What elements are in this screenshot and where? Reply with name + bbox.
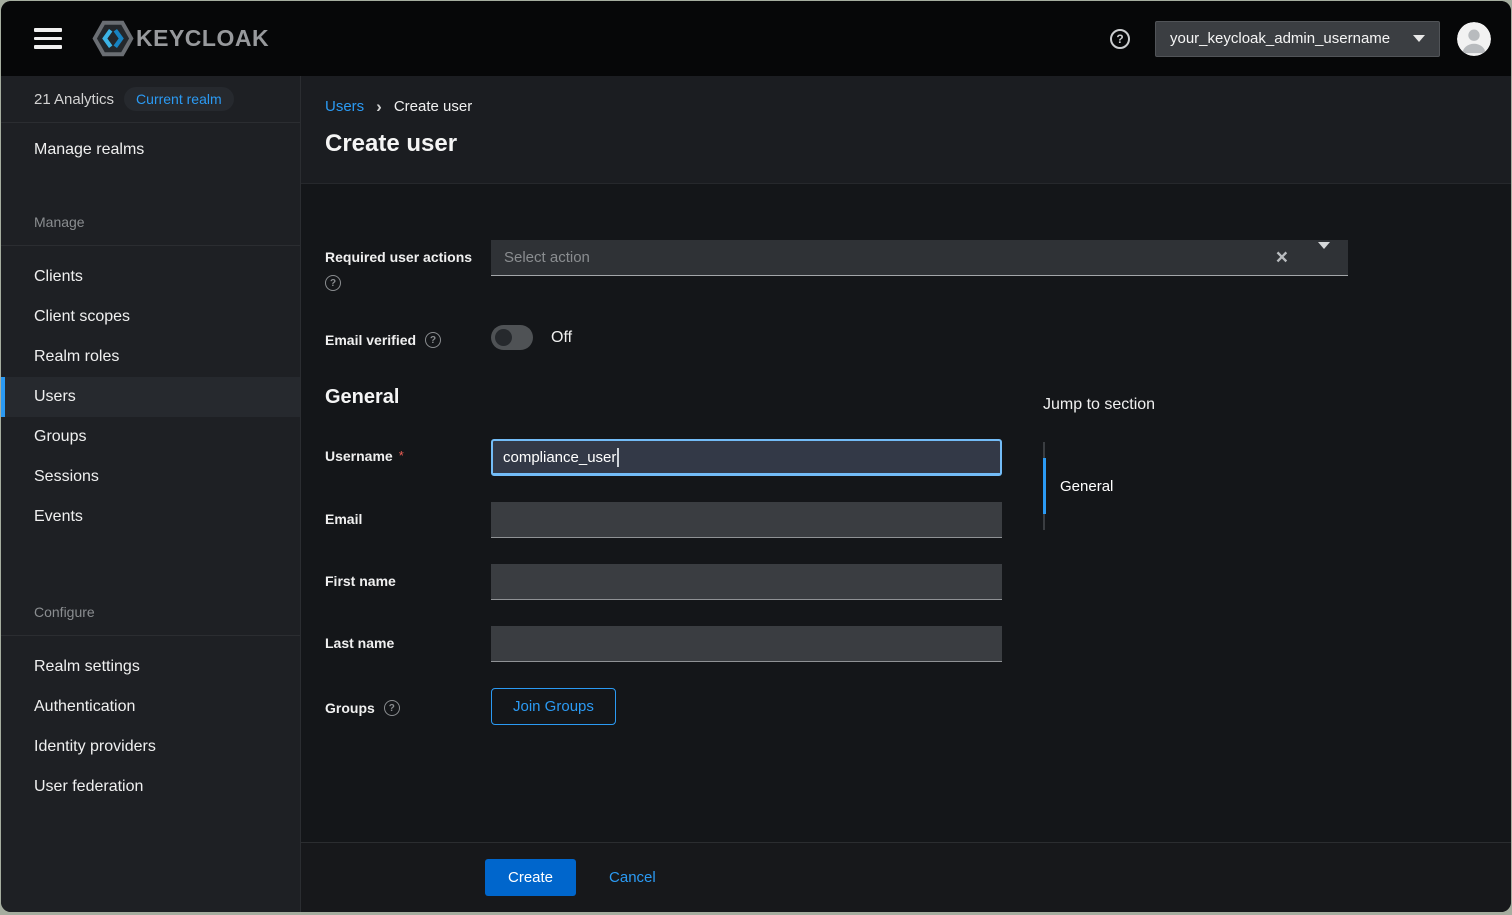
email-input[interactable] <box>491 502 1002 538</box>
username-label-group: Username * <box>325 439 491 476</box>
email-verified-label-group: Email verified ? <box>325 320 491 350</box>
header-right-group: ? your_keycloak_admin_username <box>1110 21 1491 57</box>
email-label: Email <box>325 511 362 527</box>
sidebar-item-realm-settings[interactable]: Realm settings <box>1 647 300 687</box>
username-label: Username <box>325 448 393 464</box>
email-verified-control: Off <box>491 320 572 350</box>
breadcrumb: Users › Create user <box>325 98 1487 115</box>
help-icon[interactable]: ? <box>384 700 400 716</box>
toggle-knob-icon <box>495 329 512 346</box>
sidebar-item-clients[interactable]: Clients <box>1 257 300 297</box>
hamburger-icon <box>34 37 62 41</box>
text-cursor <box>617 448 619 467</box>
sidebar-item-client-scopes[interactable]: Client scopes <box>1 297 300 337</box>
sidebar-section-configure: Configure <box>1 604 300 635</box>
top-header: KEYCLOAK ? your_keycloak_admin_username <box>1 1 1511 76</box>
sidebar-item-realm-roles[interactable]: Realm roles <box>1 337 300 377</box>
last-name-label-group: Last name <box>325 626 491 662</box>
username-value: compliance_user <box>503 449 616 466</box>
breadcrumb-users-link[interactable]: Users <box>325 98 364 115</box>
first-name-label-group: First name <box>325 564 491 600</box>
create-button[interactable]: Create <box>485 859 576 896</box>
keycloak-logo-icon <box>92 20 134 57</box>
hamburger-menu-button[interactable] <box>34 28 62 49</box>
jump-to-section-title: Jump to section <box>1043 396 1155 414</box>
brand-text: KEYCLOAK <box>136 25 269 52</box>
select-placeholder: Select action <box>504 249 1270 266</box>
user-menu-dropdown[interactable]: your_keycloak_admin_username <box>1155 21 1440 57</box>
create-user-form: Required user actions ? Select action × <box>301 184 1511 842</box>
sidebar-item-manage-realms[interactable]: Manage realms <box>1 123 300 177</box>
sidebar-item-users[interactable]: Users <box>1 377 300 417</box>
sidebar-item-user-federation[interactable]: User federation <box>1 767 300 807</box>
jump-to-section-nav: Jump to section General <box>1043 396 1155 530</box>
help-button[interactable]: ? <box>1110 29 1130 49</box>
realm-row: 21 Analytics Current realm <box>1 76 300 123</box>
help-icon: ? <box>1110 29 1130 49</box>
email-verified-state: Off <box>551 329 572 347</box>
select-toggle-button[interactable] <box>1294 245 1334 271</box>
jump-section-list: General <box>1043 442 1155 530</box>
last-name-input[interactable] <box>491 626 1002 662</box>
chevron-down-icon <box>1413 35 1425 42</box>
required-marker: * <box>399 448 404 463</box>
sidebar-configure-nav: Realm settings Authentication Identity p… <box>1 636 300 807</box>
sidebar-item-groups[interactable]: Groups <box>1 417 300 457</box>
help-icon[interactable]: ? <box>425 332 441 348</box>
last-name-label: Last name <box>325 635 394 651</box>
breadcrumb-current: Create user <box>394 98 472 115</box>
first-name-input[interactable] <box>491 564 1002 600</box>
main-content: Users › Create user Create user Required… <box>301 76 1511 912</box>
required-user-actions-label: Required user actions <box>325 249 491 265</box>
email-verified-toggle[interactable] <box>491 325 533 350</box>
required-user-actions-label-group: Required user actions ? <box>325 240 491 291</box>
clear-selection-button[interactable]: × <box>1270 247 1294 268</box>
form-action-bar: Create Cancel <box>301 842 1511 912</box>
general-section-heading: General <box>325 386 1487 409</box>
keycloak-admin-window: KEYCLOAK ? your_keycloak_admin_username <box>1 1 1511 912</box>
page-head: Users › Create user Create user <box>301 76 1511 184</box>
sidebar-item-identity-providers[interactable]: Identity providers <box>1 727 300 767</box>
cancel-button[interactable]: Cancel <box>609 869 656 886</box>
username-input[interactable]: compliance_user <box>491 439 1002 476</box>
groups-label: Groups <box>325 700 375 716</box>
avatar[interactable] <box>1457 22 1491 56</box>
email-label-group: Email <box>325 502 491 538</box>
user-menu-username: your_keycloak_admin_username <box>1170 30 1403 47</box>
sidebar-manage-nav: Clients Client scopes Realm roles Users … <box>1 246 300 537</box>
required-actions-select[interactable]: Select action × <box>491 240 1348 276</box>
realm-name: 21 Analytics <box>34 91 114 108</box>
chevron-right-icon: › <box>376 98 382 115</box>
groups-label-group: Groups ? <box>325 688 491 725</box>
email-verified-label: Email verified <box>325 332 416 348</box>
first-name-label: First name <box>325 573 396 589</box>
hamburger-icon <box>34 28 62 32</box>
join-groups-button[interactable]: Join Groups <box>491 688 616 725</box>
page-title: Create user <box>325 130 1487 158</box>
help-icon[interactable]: ? <box>325 275 341 291</box>
jump-item-general[interactable]: General <box>1043 458 1113 514</box>
sidebar-section-manage: Manage <box>1 214 300 245</box>
sidebar-item-authentication[interactable]: Authentication <box>1 687 300 727</box>
chevron-down-icon <box>1318 242 1330 266</box>
sidebar: 21 Analytics Current realm Manage realms… <box>1 76 301 912</box>
sidebar-item-sessions[interactable]: Sessions <box>1 457 300 497</box>
sidebar-item-events[interactable]: Events <box>1 497 300 537</box>
keycloak-brand[interactable]: KEYCLOAK <box>92 20 269 57</box>
hamburger-icon <box>34 45 62 49</box>
current-realm-badge: Current realm <box>124 87 234 111</box>
